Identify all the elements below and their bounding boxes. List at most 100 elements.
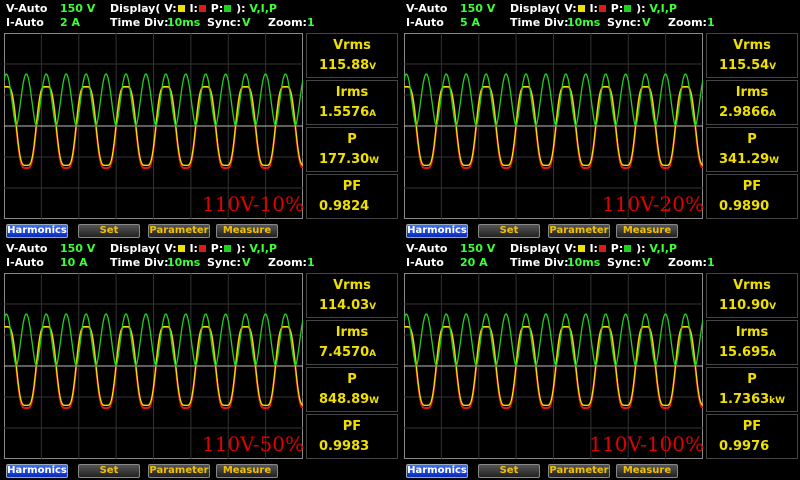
parameter-button[interactable]: Parameter bbox=[148, 224, 210, 238]
vrms-value: 115.88 bbox=[319, 58, 370, 73]
power-color-swatch bbox=[224, 5, 232, 12]
vrms-label: Vrms bbox=[333, 38, 371, 53]
i-range-value[interactable]: 5 A bbox=[460, 16, 480, 29]
parameter-button[interactable]: Parameter bbox=[548, 224, 610, 238]
irms-box[interactable]: Irms 7.4570A bbox=[306, 320, 398, 365]
i-range-value[interactable]: 10 A bbox=[60, 256, 88, 269]
voltage-color-swatch bbox=[577, 5, 585, 12]
irms-unit: A bbox=[769, 109, 777, 119]
power-label: P bbox=[347, 372, 357, 387]
zoom-value[interactable]: 1 bbox=[307, 256, 315, 269]
vrms-unit: V bbox=[769, 62, 777, 72]
power-color-swatch bbox=[624, 245, 632, 252]
measurement-column: Vrms 110.90V Irms 15.695A P 1.7363kW PF 0.99… bbox=[706, 273, 798, 459]
power-color-swatch bbox=[624, 5, 632, 12]
harmonics-button[interactable]: Harmonics bbox=[406, 464, 468, 478]
set-button[interactable]: Set bbox=[78, 464, 140, 478]
parameter-button[interactable]: Parameter bbox=[148, 464, 210, 478]
measurement-column: Vrms 114.03V Irms 7.4570A P 848.89W PF 0.998… bbox=[306, 273, 398, 459]
measure-button[interactable]: Measure bbox=[216, 464, 278, 478]
pf-label: PF bbox=[742, 419, 762, 434]
harmonics-button[interactable]: Harmonics bbox=[406, 224, 468, 238]
irms-unit: A bbox=[369, 349, 377, 359]
i-auto-label: I-Auto bbox=[6, 16, 44, 29]
set-button[interactable]: Set bbox=[78, 224, 140, 238]
harmonics-button[interactable]: Harmonics bbox=[6, 464, 68, 478]
vrms-unit: V bbox=[369, 302, 377, 312]
load-overlay-label: 110V-100% bbox=[589, 432, 704, 456]
power-box[interactable]: P 1.7363kW bbox=[706, 367, 798, 412]
timediv-value[interactable]: 10ms bbox=[567, 256, 600, 269]
display-label: Display( V: bbox=[110, 242, 177, 255]
display-p-label: P: bbox=[206, 242, 224, 255]
sync-value[interactable]: V bbox=[242, 16, 251, 29]
vrms-box[interactable]: Vrms 114.03V bbox=[306, 273, 398, 318]
measure-button[interactable]: Measure bbox=[216, 224, 278, 238]
power-box[interactable]: P 341.29W bbox=[706, 127, 798, 172]
load-overlay-label: 110V-10% bbox=[202, 192, 304, 216]
vrms-value: 115.54 bbox=[719, 58, 770, 73]
display-label: Display( V: bbox=[110, 2, 177, 15]
vrms-box[interactable]: Vrms 110.90V bbox=[706, 273, 798, 318]
v-range-value[interactable]: 150 V bbox=[60, 2, 95, 15]
power-unit: W bbox=[369, 396, 380, 406]
pf-box[interactable]: PF 0.9976 bbox=[706, 414, 798, 459]
set-button[interactable]: Set bbox=[478, 464, 540, 478]
display-p-label: P: bbox=[606, 242, 624, 255]
current-color-swatch bbox=[198, 245, 206, 252]
vrms-unit: V bbox=[369, 62, 377, 72]
irms-value: 1.5576 bbox=[319, 105, 370, 120]
zoom-label: Zoom: bbox=[668, 256, 707, 269]
i-auto-label: I-Auto bbox=[406, 256, 444, 269]
display-end-label: ): bbox=[632, 2, 646, 15]
v-range-value[interactable]: 150 V bbox=[460, 2, 495, 15]
timediv-value[interactable]: 10ms bbox=[167, 256, 200, 269]
v-range-value[interactable]: 150 V bbox=[60, 242, 95, 255]
irms-box[interactable]: Irms 2.9866A bbox=[706, 80, 798, 125]
panel-header: V-Auto 150 V I-Auto 5 A Display( V: I: P… bbox=[400, 0, 800, 32]
display-setting[interactable]: Display( V: I: P: ): V,I,P bbox=[510, 2, 677, 15]
power-unit: kW bbox=[769, 396, 786, 406]
irms-unit: A bbox=[369, 109, 377, 119]
zoom-value[interactable]: 1 bbox=[707, 16, 715, 29]
vrms-box[interactable]: Vrms 115.54V bbox=[706, 33, 798, 78]
parameter-button[interactable]: Parameter bbox=[548, 464, 610, 478]
timediv-label: Time Div: bbox=[110, 16, 169, 29]
irms-label: Irms bbox=[735, 85, 769, 100]
v-range-value[interactable]: 150 V bbox=[460, 242, 495, 255]
zoom-value[interactable]: 1 bbox=[707, 256, 715, 269]
vrms-box[interactable]: Vrms 115.88V bbox=[306, 33, 398, 78]
display-i-label: I: bbox=[585, 2, 598, 15]
set-button[interactable]: Set bbox=[478, 224, 540, 238]
harmonics-button[interactable]: Harmonics bbox=[6, 224, 68, 238]
timediv-value[interactable]: 10ms bbox=[167, 16, 200, 29]
power-box[interactable]: P 848.89W bbox=[306, 367, 398, 412]
irms-box[interactable]: Irms 1.5576A bbox=[306, 80, 398, 125]
display-i-label: I: bbox=[185, 242, 198, 255]
i-range-value[interactable]: 2 A bbox=[60, 16, 80, 29]
sync-value[interactable]: V bbox=[642, 256, 651, 269]
pf-value: 0.9976 bbox=[719, 439, 770, 454]
display-setting[interactable]: Display( V: I: P: ): V,I,P bbox=[110, 242, 277, 255]
sync-value[interactable]: V bbox=[242, 256, 251, 269]
measure-button[interactable]: Measure bbox=[616, 464, 678, 478]
zoom-value[interactable]: 1 bbox=[307, 16, 315, 29]
irms-box[interactable]: Irms 15.695A bbox=[706, 320, 798, 365]
power-box[interactable]: P 177.30W bbox=[306, 127, 398, 172]
pf-box[interactable]: PF 0.9824 bbox=[306, 174, 398, 219]
measure-button[interactable]: Measure bbox=[616, 224, 678, 238]
display-setting[interactable]: Display( V: I: P: ): V,I,P bbox=[110, 2, 277, 15]
i-range-value[interactable]: 20 A bbox=[460, 256, 488, 269]
display-value: V,I,P bbox=[649, 2, 677, 15]
pf-box[interactable]: PF 0.9983 bbox=[306, 414, 398, 459]
voltage-color-swatch bbox=[577, 245, 585, 252]
display-end-label: ): bbox=[232, 2, 246, 15]
v-auto-label: V-Auto bbox=[6, 2, 48, 15]
panel-header: V-Auto 150 V I-Auto 10 A Display( V: I: … bbox=[0, 240, 400, 272]
sync-value[interactable]: V bbox=[642, 16, 651, 29]
timediv-value[interactable]: 10ms bbox=[567, 16, 600, 29]
display-setting[interactable]: Display( V: I: P: ): V,I,P bbox=[510, 242, 677, 255]
sync-label: Sync: bbox=[607, 16, 641, 29]
pf-value: 0.9983 bbox=[319, 439, 370, 454]
pf-box[interactable]: PF 0.9890 bbox=[706, 174, 798, 219]
